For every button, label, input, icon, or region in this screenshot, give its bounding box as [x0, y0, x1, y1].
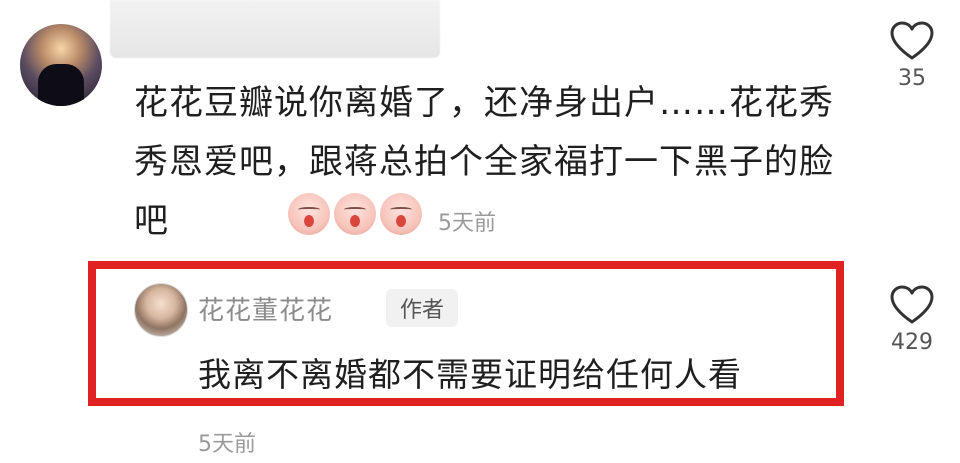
like-button[interactable]: 35 — [877, 20, 947, 91]
reply-like-count: 429 — [891, 330, 933, 355]
author-badge: 作者 — [386, 289, 459, 327]
pig-face-icon — [380, 193, 422, 235]
pig-face-icon — [288, 193, 330, 235]
reply-timestamp: 5天前 — [198, 432, 256, 457]
heart-icon — [890, 285, 934, 324]
reply-text: 我离不离婚都不需要证明给任何人看 — [198, 355, 742, 394]
emoji-row — [288, 193, 422, 239]
comment-timestamp: 5天前 — [438, 211, 496, 236]
blurred-previous-comment — [110, 0, 440, 58]
heart-icon — [890, 21, 934, 60]
avatar-silhouette — [38, 64, 84, 106]
reply-like-button[interactable]: 429 — [877, 284, 947, 355]
like-count: 35 — [898, 66, 926, 91]
reply-author-name[interactable]: 花花董花花 — [198, 290, 333, 327]
reply-avatar[interactable] — [134, 283, 188, 337]
pig-face-icon — [334, 193, 376, 235]
avatar[interactable] — [20, 24, 102, 106]
